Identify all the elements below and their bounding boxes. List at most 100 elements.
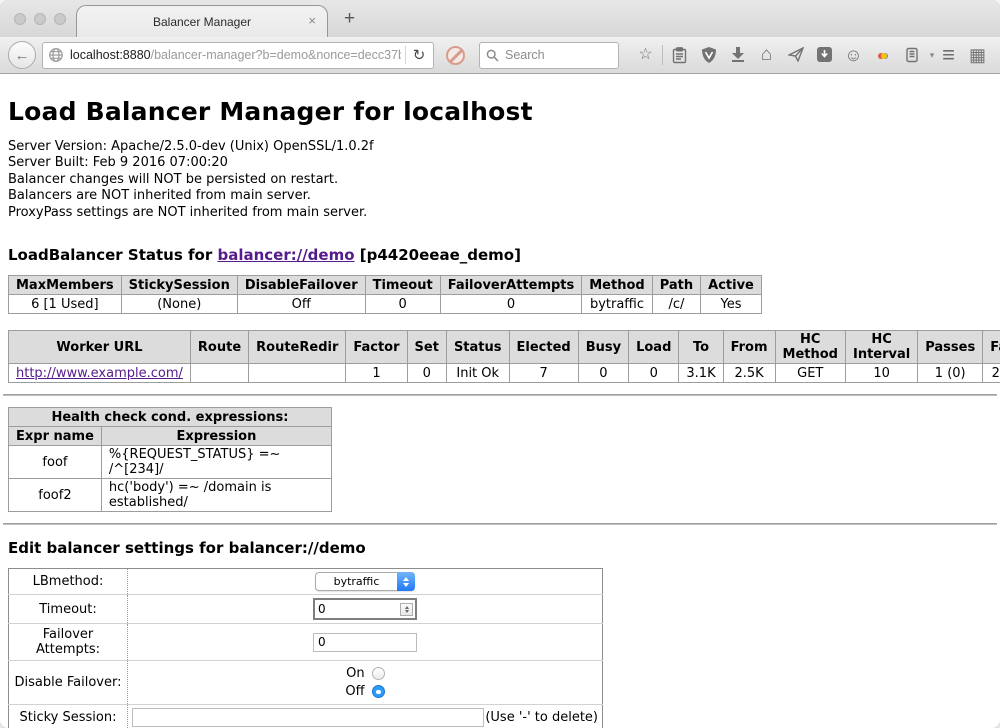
col-worker-url: Worker URL <box>9 331 191 364</box>
cell-expression: %{REQUEST_STATUS} =~ /^[234]/ <box>101 446 331 479</box>
health-row-foof2: foof2 hc('body') =~ /domain is establish… <box>9 479 332 512</box>
cell-failoverattempts: 0 <box>440 295 582 314</box>
col-load: Load <box>629 331 679 364</box>
page-content: Load Balancer Manager for localhost Serv… <box>0 74 1000 728</box>
cell-factor: 1 <box>346 364 407 383</box>
shield-icon[interactable] <box>694 47 723 63</box>
balancer-header-row: MaxMembers StickySession DisableFailover… <box>9 276 762 295</box>
radio-on-label: On <box>346 666 364 681</box>
failover-attempts-input[interactable]: 0 <box>313 633 417 652</box>
menu-icon[interactable]: ≡ <box>942 45 955 65</box>
content-blocker-icon[interactable] <box>446 46 465 65</box>
col-elected: Elected <box>509 331 578 364</box>
col-status: Status <box>446 331 509 364</box>
back-button[interactable]: ← <box>8 41 36 69</box>
disable-failover-row: Disable Failover: On Off <box>9 661 603 705</box>
lbmethod-select[interactable]: bytraffic <box>315 572 415 591</box>
extension-grid-icon[interactable]: ▦ <box>963 47 992 63</box>
reload-button[interactable]: ↻ <box>410 46 428 64</box>
col-expression: Expression <box>101 427 331 446</box>
col-fails: Fails <box>983 331 1000 364</box>
worker-data-row: http://www.example.com/ 1 0 Init Ok 7 0 … <box>9 364 1000 383</box>
cell-set: 0 <box>407 364 446 383</box>
cell-from: 2.5K <box>723 364 775 383</box>
toolbar-icons: ☆ ⌂ ☺ ▾ <box>631 45 938 65</box>
new-tab-button[interactable]: + <box>344 8 355 30</box>
col-passes: Passes <box>918 331 983 364</box>
col-from: From <box>723 331 775 364</box>
number-spinner-icon[interactable] <box>400 603 413 616</box>
server-version-line: Server Version: Apache/2.5.0-dev (Unix) … <box>8 139 992 155</box>
cell-maxmembers: 6 [1 Used] <box>9 295 122 314</box>
smiley-icon[interactable]: ☺ <box>839 47 868 63</box>
disable-failover-on-radio[interactable] <box>372 667 385 680</box>
health-table-title: Health check cond. expressions: <box>9 408 332 427</box>
health-header-row: Expr name Expression <box>9 427 332 446</box>
col-to: To <box>679 331 723 364</box>
cell-timeout: 0 <box>365 295 440 314</box>
worker-url-link[interactable]: http://www.example.com/ <box>16 366 183 381</box>
cell-passes: 1 (0) <box>918 364 983 383</box>
cell-to: 3.1K <box>679 364 723 383</box>
toolbar-separator <box>662 45 663 65</box>
cell-expr-name: foof2 <box>9 479 102 512</box>
server-built-line: Server Built: Feb 9 2016 07:00:20 <box>8 155 992 171</box>
lbmethod-selected-value: bytraffic <box>334 575 380 588</box>
bookmark-star-icon[interactable]: ☆ <box>631 47 660 63</box>
col-timeout: Timeout <box>365 276 440 295</box>
col-hc-method: HC Method <box>775 331 845 364</box>
tab-close-icon[interactable]: × <box>308 14 316 27</box>
health-row-foof: foof %{REQUEST_STATUS} =~ /^[234]/ <box>9 446 332 479</box>
url-bar[interactable]: localhost:8880/balancer-manager?b=demo&n… <box>42 42 434 69</box>
home-icon[interactable]: ⌂ <box>752 47 781 63</box>
clipboard-icon[interactable] <box>665 47 694 64</box>
cell-expr-name: foof <box>9 446 102 479</box>
downloads-icon[interactable] <box>723 47 752 63</box>
close-window-button[interactable] <box>14 13 26 25</box>
col-path: Path <box>652 276 700 295</box>
chevron-down-icon[interactable]: ▾ <box>926 50 938 61</box>
col-routeredir: RouteRedir <box>249 331 346 364</box>
url-text[interactable]: localhost:8880/balancer-manager?b=demo&n… <box>70 48 401 62</box>
timeout-input[interactable]: 0 <box>313 598 417 620</box>
disable-failover-off-radio[interactable] <box>372 685 385 698</box>
select-stepper-icon <box>397 572 415 591</box>
lbmethod-label: LBmethod: <box>9 569 128 595</box>
failover-attempts-row: Failover Attempts: 0 <box>9 624 603 661</box>
balancer-demo-link[interactable]: balancer://demo <box>217 246 354 264</box>
timeout-value: 0 <box>318 602 326 616</box>
col-active: Active <box>701 276 762 295</box>
color-dot-yellow <box>881 53 887 59</box>
cell-fails: 2 (0) <box>983 364 1000 383</box>
persist-notice-line: Balancer changes will NOT be persisted o… <box>8 172 992 188</box>
radio-off-label: Off <box>345 684 364 699</box>
col-method: Method <box>582 276 652 295</box>
sticky-session-label: Sticky Session: <box>9 705 128 728</box>
col-stickysession: StickySession <box>121 276 237 295</box>
balancer-status-table: MaxMembers StickySession DisableFailover… <box>8 275 762 314</box>
col-route: Route <box>190 331 248 364</box>
page-title: Load Balancer Manager for localhost <box>8 97 992 126</box>
minimize-window-button[interactable] <box>34 13 46 25</box>
worker-table: Worker URL Route RouteRedir Factor Set S… <box>8 330 1000 383</box>
sticky-session-hint: (Use '-' to delete) <box>485 710 598 725</box>
cell-load: 0 <box>629 364 679 383</box>
timeout-label: Timeout: <box>9 595 128 624</box>
search-bar[interactable]: Search <box>479 42 619 69</box>
send-icon[interactable] <box>781 47 810 63</box>
proxypass-notice-line: ProxyPass settings are NOT inherited fro… <box>8 205 992 221</box>
search-placeholder: Search <box>505 48 545 62</box>
tab-bar: Balancer Manager × + <box>0 0 1000 37</box>
tab-balancer-manager[interactable]: Balancer Manager × <box>76 5 328 37</box>
back-icon: ← <box>15 47 30 64</box>
zoom-window-button[interactable] <box>54 13 66 25</box>
sticky-session-input[interactable] <box>132 708 484 727</box>
pocket-save-icon[interactable] <box>810 47 839 63</box>
cell-route <box>190 364 248 383</box>
url-path: /balancer-manager?b=demo&nonce=decc37be-… <box>151 48 401 62</box>
sidebar-panel-icon[interactable] <box>897 47 926 63</box>
loadbalancer-status-heading: LoadBalancer Status for balancer://demo … <box>8 246 992 264</box>
url-separator <box>405 46 406 64</box>
colors-extension-icon[interactable] <box>868 47 897 63</box>
failover-attempts-value: 0 <box>318 635 326 649</box>
